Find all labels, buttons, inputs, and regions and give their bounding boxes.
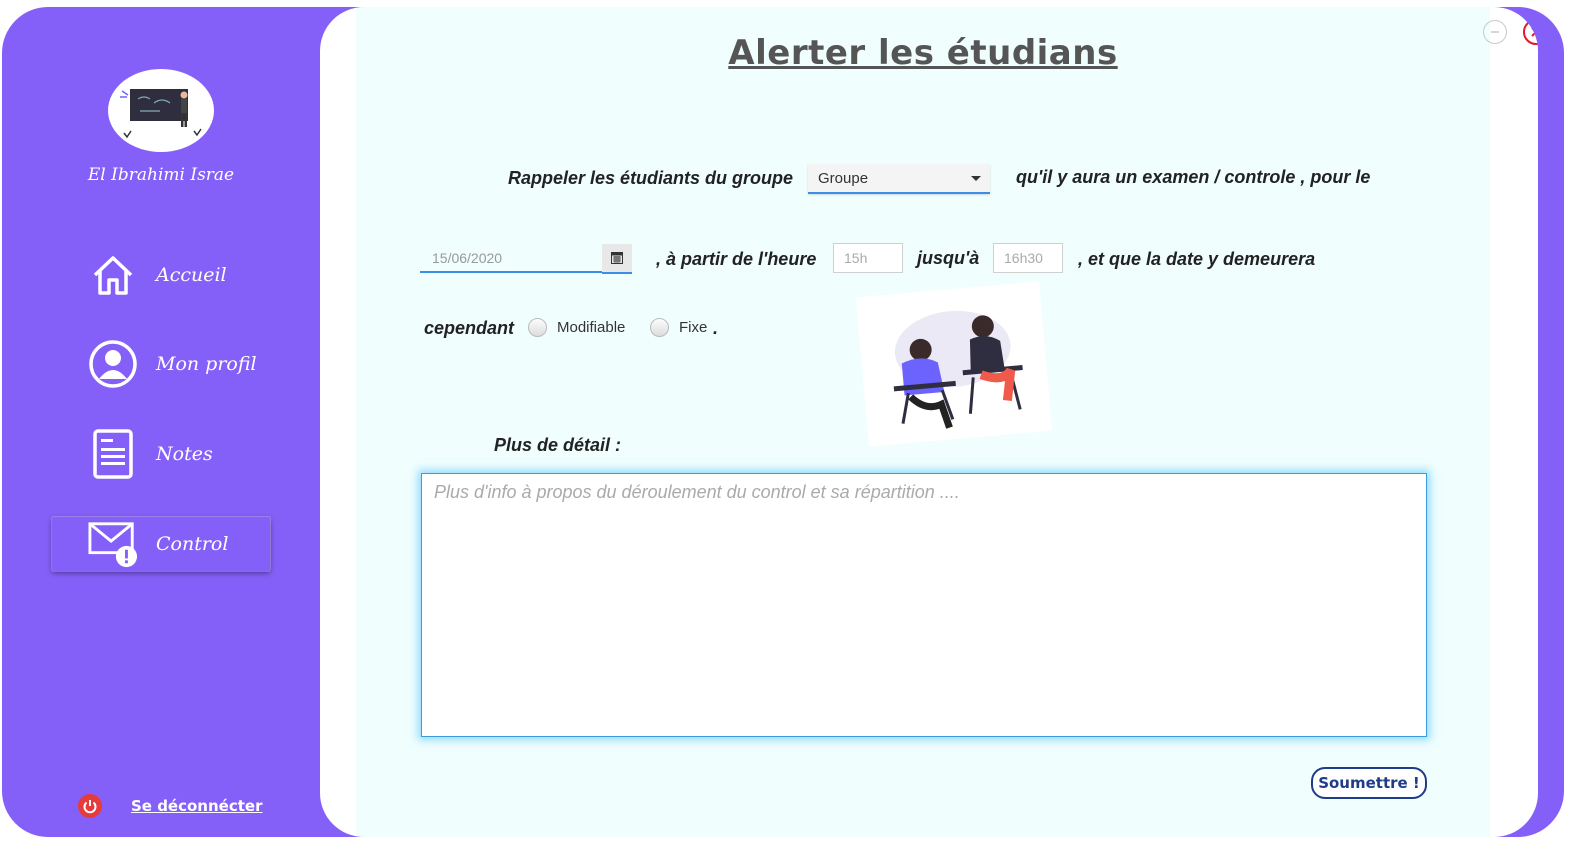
mail-alert-icon xyxy=(88,519,138,569)
group-select[interactable]: Groupe xyxy=(808,164,990,194)
radio-fixe[interactable]: Fixe xyxy=(650,318,707,337)
radio-label: Fixe xyxy=(679,319,708,336)
main-content: Alerter les étudians Rappeler les étudia… xyxy=(320,7,1538,837)
group-select-value: Groupe xyxy=(818,169,869,187)
start-time-placeholder: 15h xyxy=(844,250,868,266)
chevron-down-icon xyxy=(971,176,981,181)
home-icon xyxy=(88,250,138,300)
radio-circle[interactable] xyxy=(528,318,547,337)
sidebar-item-mon-profil[interactable]: Mon profil xyxy=(52,337,270,391)
students-illustration xyxy=(855,281,1053,447)
date-field[interactable]: 15/06/2020 xyxy=(420,245,604,273)
minimize-button[interactable] xyxy=(1483,20,1507,44)
sidebar-item-notes[interactable]: Notes xyxy=(52,427,270,481)
sidebar-item-label: Mon profil xyxy=(156,353,257,375)
page-title: Alerter les étudians xyxy=(728,33,1118,73)
sentence-part2: qu'il y aura un examen / controle , pour… xyxy=(1016,167,1371,187)
sentence-part7: . xyxy=(713,318,719,338)
document-icon xyxy=(88,429,138,479)
sidebar: El Ibrahimi Israe Accueil Mon profil Not… xyxy=(2,7,332,837)
detail-label: Plus de détail : xyxy=(494,435,622,455)
radio-modifiable[interactable]: Modifiable xyxy=(528,318,625,337)
detail-textarea[interactable]: Plus d'info à propos du déroulement du c… xyxy=(421,473,1427,737)
submit-button[interactable]: Soumettre ! xyxy=(1311,767,1427,799)
sidebar-item-control[interactable]: Control xyxy=(52,517,270,571)
alert-panel: Alerter les étudians Rappeler les étudia… xyxy=(356,7,1538,837)
sentence-part6: cependant xyxy=(424,318,515,338)
calendar-icon xyxy=(611,252,623,264)
calendar-button[interactable] xyxy=(602,244,632,274)
sidebar-item-label: Control xyxy=(156,533,229,555)
logout-label[interactable]: Se déconnécter xyxy=(131,797,262,815)
end-time-input[interactable]: 16h30 xyxy=(993,243,1063,273)
end-time-placeholder: 16h30 xyxy=(1004,250,1043,266)
minus-icon xyxy=(1491,31,1499,33)
avatar xyxy=(108,69,214,152)
sentence-part1: Rappeler les étudiants du groupe xyxy=(508,168,794,188)
sentence-part3: , à partir de l'heure xyxy=(656,249,817,269)
radio-label: Modifiable xyxy=(557,319,626,336)
start-time-input[interactable]: 15h xyxy=(833,243,903,273)
close-button[interactable] xyxy=(1523,19,1538,45)
submit-label: Soumettre ! xyxy=(1318,774,1420,792)
user-icon xyxy=(88,339,138,389)
teacher-illustration xyxy=(120,89,202,139)
sentence-part4: jusqu'à xyxy=(917,248,980,268)
app-window: El Ibrahimi Israe Accueil Mon profil Not… xyxy=(2,7,1564,837)
logout-link[interactable]: Se déconnécter xyxy=(78,794,262,818)
sentence-part5: , et que la date y demeurera xyxy=(1078,249,1316,269)
radio-circle[interactable] xyxy=(650,318,669,337)
close-icon xyxy=(1531,27,1538,37)
sidebar-item-label: Notes xyxy=(156,443,213,465)
date-value: 15/06/2020 xyxy=(432,250,503,266)
username: El Ibrahimi Israe xyxy=(87,165,235,185)
power-icon xyxy=(78,794,102,818)
sidebar-item-accueil[interactable]: Accueil xyxy=(52,248,270,302)
detail-placeholder: Plus d'info à propos du déroulement du c… xyxy=(434,482,960,502)
sidebar-item-label: Accueil xyxy=(156,264,227,286)
